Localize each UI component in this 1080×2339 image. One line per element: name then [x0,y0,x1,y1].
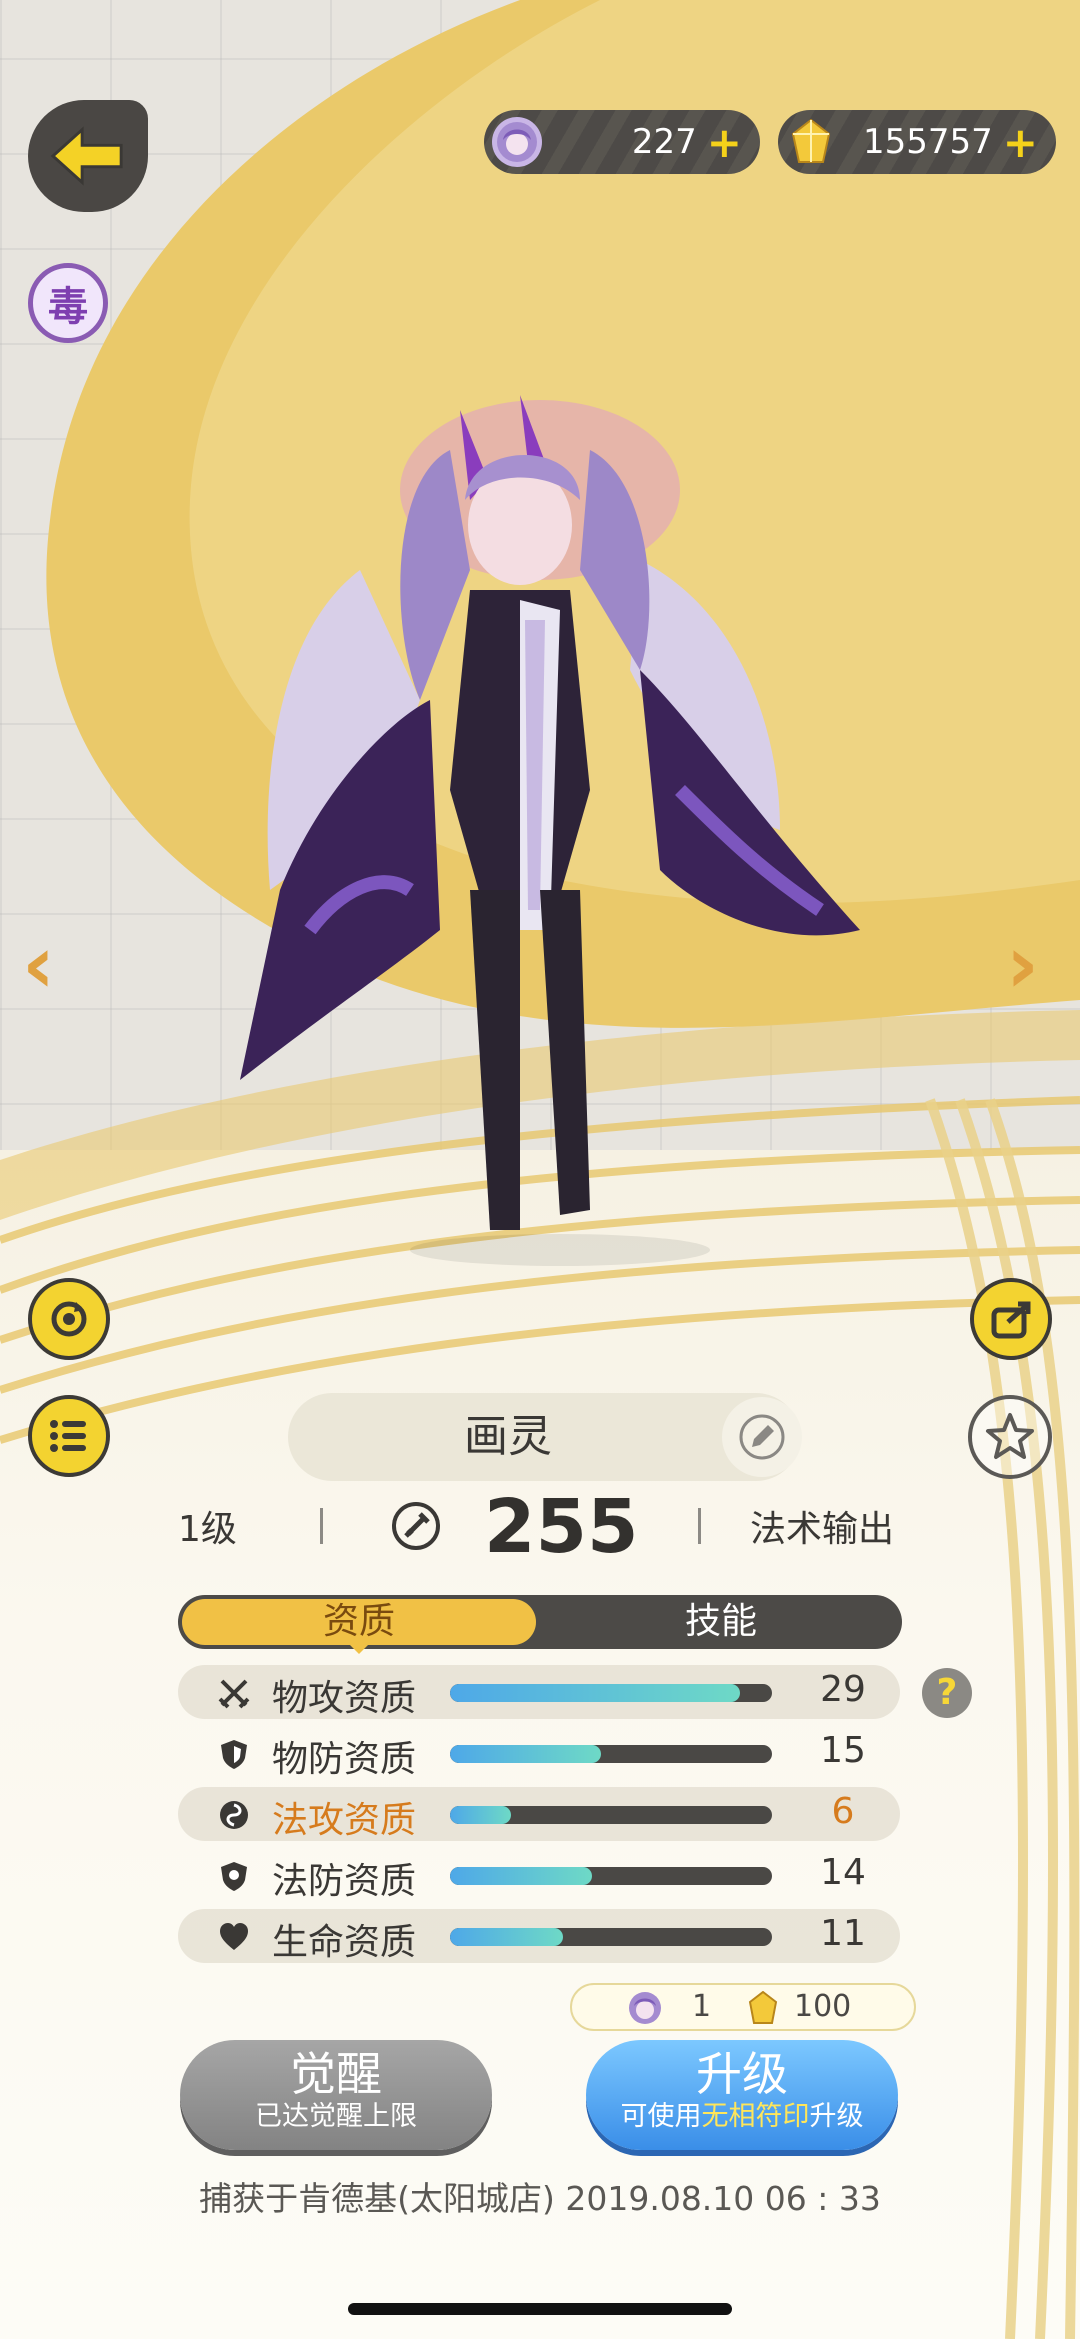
character-stat-row: 1级 255 法术输出 [0,1484,1080,1570]
gold-currency-pill[interactable]: 155757 + [778,110,1056,174]
upgrade-button[interactable]: 升级 可使用无相符印升级 [586,2040,898,2150]
gold-count: 155757 [863,122,993,162]
divider [320,1508,323,1544]
upgrade-label: 升级 [696,2047,788,2101]
upgrade-sub-suffix: 升级 [809,2101,864,2132]
home-indicator[interactable] [348,2303,732,2315]
gold-crystal-icon [748,1991,778,2024]
attribute-bar [450,1867,772,1885]
star-icon [986,1413,1034,1459]
gold-cost: 100 [794,1989,852,2024]
spirit-cost: 1 [692,1989,712,2024]
attribute-bar [450,1684,772,1702]
attribute-bar-fill [450,1806,512,1824]
gold-crystal-icon [786,117,836,167]
spirit-avatar-icon [492,117,542,167]
upgrade-cost-pill: 1 100 [570,1983,916,2031]
character-model-image [240,395,860,1266]
attribute-name: 法防资质 [272,1861,417,1902]
attribute-value: 11 [820,1913,866,1954]
back-arrow-icon [50,126,123,186]
element-type-badge[interactable]: 毒 [28,263,108,343]
help-button[interactable]: ? [922,1668,972,1718]
pencil-icon [739,1414,785,1460]
attribute-bar-fill [450,1684,740,1702]
spirit-count: 227 [631,122,697,162]
attribute-bar [450,1745,772,1763]
rotate-icon [51,1301,87,1337]
favorite-button[interactable] [968,1395,1052,1479]
upgrade-sub-item: 无相符印 [701,2101,810,2132]
attribute-bar-fill [450,1745,602,1763]
capture-info: 捕获于肯德基(太阳城店) 2019.08.10 06 : 33 [199,2179,881,2218]
attribute-bar [450,1928,772,1946]
share-button[interactable] [970,1278,1052,1360]
combat-power-value: 255 [484,1484,639,1570]
character-name: 画灵 [464,1411,552,1462]
attribute-name: 法攻资质 [272,1800,417,1841]
attribute-row-health: 生命资质 11 [178,1909,900,1963]
attribute-row-magic-defense: 法防资质 14 [178,1848,900,1902]
attribute-value: 29 [820,1669,866,1710]
upgrade-sublabel: 可使用无相符印升级 [586,2100,898,2134]
add-spirit-plus-icon[interactable]: + [707,118,760,167]
rotate-view-button[interactable] [28,1278,110,1360]
heart-icon [220,1923,248,1950]
attribute-name: 物攻资质 [272,1678,417,1719]
combat-power-icon [392,1502,440,1550]
magic-swirl-icon [220,1801,248,1829]
attribute-name: 物防资质 [272,1739,417,1780]
rename-button[interactable] [722,1397,802,1477]
crossed-swords-icon [218,1679,250,1709]
attribute-row-magic-attack: 法攻资质 6 [178,1787,900,1841]
magic-shield-icon [221,1862,247,1891]
attribute-bar-fill [450,1867,592,1885]
character-name-bar: 画灵 [288,1393,802,1481]
list-icon [50,1420,86,1452]
add-gold-plus-icon[interactable]: + [1003,118,1056,167]
previous-character-arrow-icon[interactable]: ‹ [22,925,82,1005]
attribute-row-physical-attack: 物攻资质 29 [178,1665,900,1719]
next-character-arrow-icon[interactable]: › [1006,925,1066,1005]
attribute-bar-fill [450,1928,563,1946]
attribute-row-physical-defense: 物防资质 15 [178,1726,900,1780]
attribute-value: 15 [820,1730,866,1771]
tab-skills[interactable]: 技能 [540,1595,902,1649]
element-type-label: 毒 [48,284,88,330]
awaken-label: 觉醒 [290,2047,382,2101]
spirit-avatar-icon [629,1992,661,2024]
back-button[interactable] [28,100,148,212]
info-tabs: 资质 技能 [178,1595,902,1654]
attribute-value: 6 [831,1791,855,1832]
share-icon [991,1301,1031,1339]
tab-aptitude[interactable]: 资质 [182,1599,536,1654]
attribute-value: 14 [820,1852,866,1893]
shield-icon [221,1740,247,1769]
spirit-currency-pill[interactable]: 227 + [484,110,760,174]
character-level: 1级 [178,1509,237,1550]
attribute-bar [450,1806,772,1824]
divider [698,1508,701,1544]
character-role: 法术输出 [750,1509,895,1550]
awaken-button[interactable]: 觉醒 已达觉醒上限 [180,2040,492,2150]
awaken-sublabel: 已达觉醒上限 [255,2101,417,2132]
list-menu-button[interactable] [28,1395,110,1477]
upgrade-sub-prefix: 可使用 [620,2101,702,2132]
attribute-name: 生命资质 [272,1922,417,1963]
